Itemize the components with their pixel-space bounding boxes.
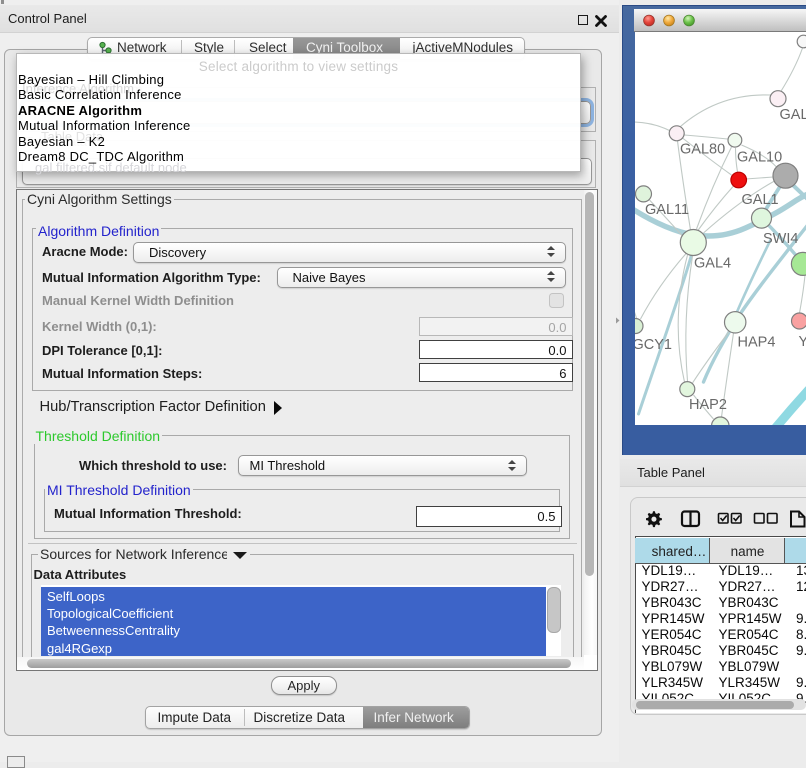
svg-text:GAL10: GAL10	[737, 150, 782, 166]
svg-text:GAL1: GAL1	[741, 192, 778, 208]
svg-text:HAP2: HAP2	[689, 397, 727, 413]
svg-text:GAL11: GAL11	[645, 202, 689, 218]
svg-text:GAL4: GAL4	[694, 256, 731, 272]
svg-text:GAL80: GAL80	[680, 142, 725, 158]
svg-text:GAL7: GAL7	[779, 107, 806, 123]
svg-text:GCY1: GCY1	[635, 337, 672, 353]
svg-text:SWI4: SWI4	[763, 231, 798, 247]
svg-text:YM: YM	[798, 334, 806, 350]
svg-text:HAP4: HAP4	[737, 335, 775, 351]
